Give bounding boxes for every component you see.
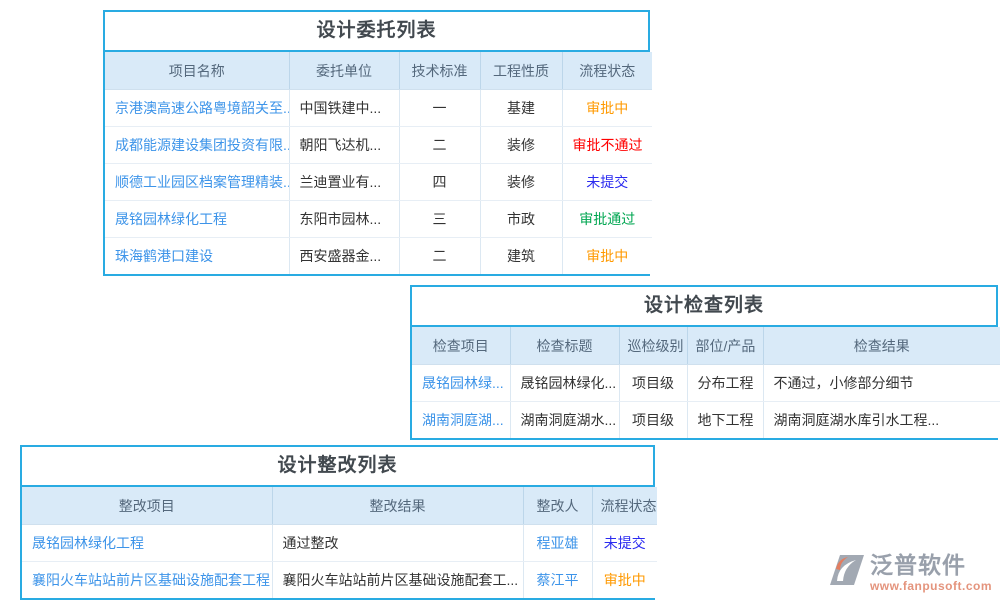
project-link[interactable]: 成都能源建设集团投资有限...: [115, 137, 289, 153]
status-badge: 审批中: [586, 248, 628, 264]
result-cell: 通过整改: [272, 525, 523, 562]
part-cell: 分布工程: [687, 365, 763, 402]
table-row[interactable]: 晟铭园林绿化工程 东阳市园林... 三 市政 审批通过: [105, 201, 652, 238]
watermark-url: www.fanpusoft.com: [870, 580, 992, 592]
unit-cell: 西安盛器金...: [289, 238, 399, 275]
rectification-header-row: 整改项目 整改结果 整改人 流程状态: [22, 487, 657, 525]
watermark-brand: 泛普软件: [870, 554, 966, 577]
person-link[interactable]: 蔡江平: [537, 572, 579, 588]
project-link[interactable]: 晟铭园林绿化工程: [115, 211, 227, 227]
result-cell: 湖南洞庭湖水库引水工程...: [763, 402, 1000, 439]
project-link[interactable]: 襄阳火车站站前片区基础设施配套工程: [32, 572, 270, 588]
standard-cell: 二: [399, 127, 480, 164]
commission-col-unit: 委托单位: [289, 52, 399, 90]
table-row[interactable]: 京港澳高速公路粤境韶关至... 中国铁建中... 一 基建 审批中: [105, 90, 652, 127]
person-link[interactable]: 程亚雄: [537, 535, 579, 551]
nature-cell: 市政: [480, 201, 562, 238]
level-cell: 项目级: [619, 402, 687, 439]
inspection-col-title: 检查标题: [510, 327, 619, 365]
fanpu-watermark: 泛普软件 www.fanpusoft.com: [829, 554, 992, 592]
commission-col-standard: 技术标准: [399, 52, 480, 90]
rectification-col-result: 整改结果: [272, 487, 523, 525]
inspection-col-part: 部位/产品: [687, 327, 763, 365]
inspection-col-level: 巡检级别: [619, 327, 687, 365]
commission-col-nature: 工程性质: [480, 52, 562, 90]
design-inspection-panel: 设计检查列表 检查项目 检查标题 巡检级别 部位/产品 检查结果 晟铭园林绿..…: [410, 285, 998, 440]
commission-header-row: 项目名称 委托单位 技术标准 工程性质 流程状态: [105, 52, 652, 90]
status-badge: 审批中: [604, 572, 646, 588]
inspection-header-row: 检查项目 检查标题 巡检级别 部位/产品 检查结果: [412, 327, 1000, 365]
design-commission-panel: 设计委托列表 项目名称 委托单位 技术标准 工程性质 流程状态 京港澳高速公路粤…: [103, 10, 650, 276]
commission-col-status: 流程状态: [562, 52, 652, 90]
standard-cell: 二: [399, 238, 480, 275]
unit-cell: 朝阳飞达机...: [289, 127, 399, 164]
project-link[interactable]: 湖南洞庭湖...: [422, 412, 504, 428]
project-link[interactable]: 晟铭园林绿化工程: [32, 535, 144, 551]
unit-cell: 东阳市园林...: [289, 201, 399, 238]
rectification-table: 整改项目 整改结果 整改人 流程状态 晟铭园林绿化工程 通过整改 程亚雄 未提交…: [22, 487, 657, 598]
inspection-col-project: 检查项目: [412, 327, 510, 365]
design-rectification-panel: 设计整改列表 整改项目 整改结果 整改人 流程状态 晟铭园林绿化工程 通过整改 …: [20, 445, 655, 600]
table-row[interactable]: 晟铭园林绿... 晟铭园林绿化... 项目级 分布工程 不通过，小修部分细节: [412, 365, 1000, 402]
project-link[interactable]: 晟铭园林绿...: [422, 375, 504, 391]
inspection-col-result: 检查结果: [763, 327, 1000, 365]
unit-cell: 中国铁建中...: [289, 90, 399, 127]
commission-panel-title: 设计委托列表: [105, 12, 648, 52]
status-badge: 未提交: [604, 535, 646, 551]
standard-cell: 一: [399, 90, 480, 127]
project-link[interactable]: 顺德工业园区档案管理精装...: [115, 174, 289, 190]
standard-cell: 三: [399, 201, 480, 238]
rectification-col-person: 整改人: [523, 487, 592, 525]
table-row[interactable]: 珠海鹤港口建设 西安盛器金... 二 建筑 审批中: [105, 238, 652, 275]
level-cell: 项目级: [619, 365, 687, 402]
check-title-cell: 晟铭园林绿化...: [510, 365, 619, 402]
rectification-col-status: 流程状态: [592, 487, 657, 525]
result-cell: 不通过，小修部分细节: [763, 365, 1000, 402]
table-row[interactable]: 襄阳火车站站前片区基础设施配套工程 襄阳火车站站前片区基础设施配套工... 蔡江…: [22, 562, 657, 599]
inspection-panel-title: 设计检查列表: [412, 287, 996, 327]
watermark-text: 泛普软件 www.fanpusoft.com: [870, 554, 992, 592]
part-cell: 地下工程: [687, 402, 763, 439]
commission-table: 项目名称 委托单位 技术标准 工程性质 流程状态 京港澳高速公路粤境韶关至...…: [105, 52, 652, 274]
rectification-panel-title: 设计整改列表: [22, 447, 653, 487]
project-link[interactable]: 京港澳高速公路粤境韶关至...: [115, 100, 289, 116]
nature-cell: 装修: [480, 164, 562, 201]
table-row[interactable]: 湖南洞庭湖... 湖南洞庭湖水... 项目级 地下工程 湖南洞庭湖水库引水工程.…: [412, 402, 1000, 439]
project-link[interactable]: 珠海鹤港口建设: [115, 248, 213, 264]
status-badge: 审批不通过: [573, 137, 643, 153]
table-row[interactable]: 成都能源建设集团投资有限... 朝阳飞达机... 二 装修 审批不通过: [105, 127, 652, 164]
inspection-table: 检查项目 检查标题 巡检级别 部位/产品 检查结果 晟铭园林绿... 晟铭园林绿…: [412, 327, 1000, 438]
status-badge: 审批中: [586, 100, 628, 116]
check-title-cell: 湖南洞庭湖水...: [510, 402, 619, 439]
unit-cell: 兰迪置业有...: [289, 164, 399, 201]
table-row[interactable]: 晟铭园林绿化工程 通过整改 程亚雄 未提交: [22, 525, 657, 562]
rectification-col-project: 整改项目: [22, 487, 272, 525]
table-row[interactable]: 顺德工业园区档案管理精装... 兰迪置业有... 四 装修 未提交: [105, 164, 652, 201]
result-cell: 襄阳火车站站前片区基础设施配套工...: [272, 562, 523, 599]
commission-col-project: 项目名称: [105, 52, 289, 90]
nature-cell: 装修: [480, 127, 562, 164]
nature-cell: 基建: [480, 90, 562, 127]
standard-cell: 四: [399, 164, 480, 201]
status-badge: 审批通过: [579, 211, 635, 227]
fanpu-logo-icon: [829, 554, 865, 587]
status-badge: 未提交: [586, 174, 628, 190]
nature-cell: 建筑: [480, 238, 562, 275]
